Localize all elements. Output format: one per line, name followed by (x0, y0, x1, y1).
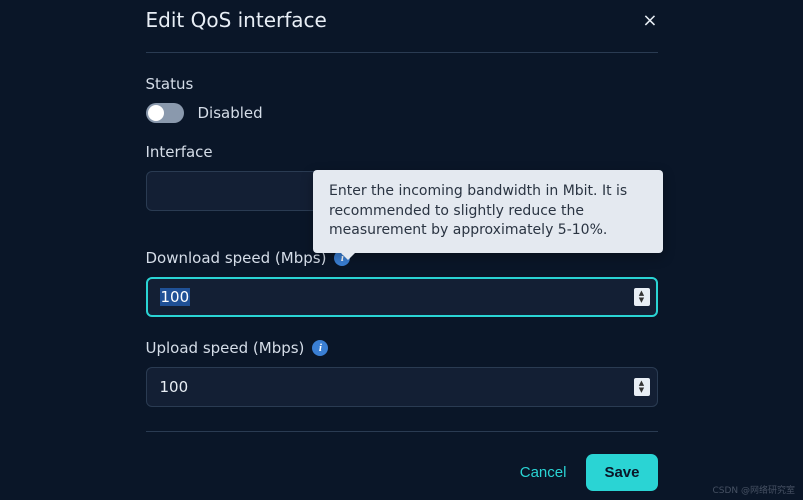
status-value: Disabled (198, 104, 263, 122)
download-label-text: Download speed (Mbps) (146, 249, 327, 267)
status-toggle[interactable] (146, 103, 184, 123)
watermark: CSDN @网络研究室 (712, 483, 795, 496)
upload-label-text: Upload speed (Mbps) (146, 339, 305, 357)
dialog-title: Edit QoS interface (146, 8, 327, 32)
download-input[interactable] (146, 277, 658, 317)
upload-input[interactable] (146, 367, 658, 407)
interface-label: Interface (146, 143, 658, 161)
save-button[interactable]: Save (586, 454, 657, 491)
status-field: Status Disabled (146, 75, 658, 123)
download-tooltip: Enter the incoming bandwidth in Mbit. It… (313, 170, 663, 253)
status-toggle-row: Disabled (146, 103, 658, 123)
upload-field: Upload speed (Mbps) i 100 ▲▼ (146, 339, 658, 407)
cancel-button[interactable]: Cancel (520, 464, 567, 481)
dialog-header: Edit QoS interface × (146, 8, 658, 53)
info-icon[interactable]: i (312, 340, 328, 356)
download-field: Download speed (Mbps) i 100 ▲▼ (146, 249, 658, 317)
close-icon[interactable]: × (642, 10, 657, 31)
status-label: Status (146, 75, 658, 93)
upload-label: Upload speed (Mbps) i (146, 339, 658, 357)
dialog-footer: Cancel Save (146, 431, 658, 491)
toggle-knob (148, 105, 164, 121)
download-input-wrap: 100 ▲▼ (146, 277, 658, 317)
upload-input-wrap: 100 ▲▼ (146, 367, 658, 407)
